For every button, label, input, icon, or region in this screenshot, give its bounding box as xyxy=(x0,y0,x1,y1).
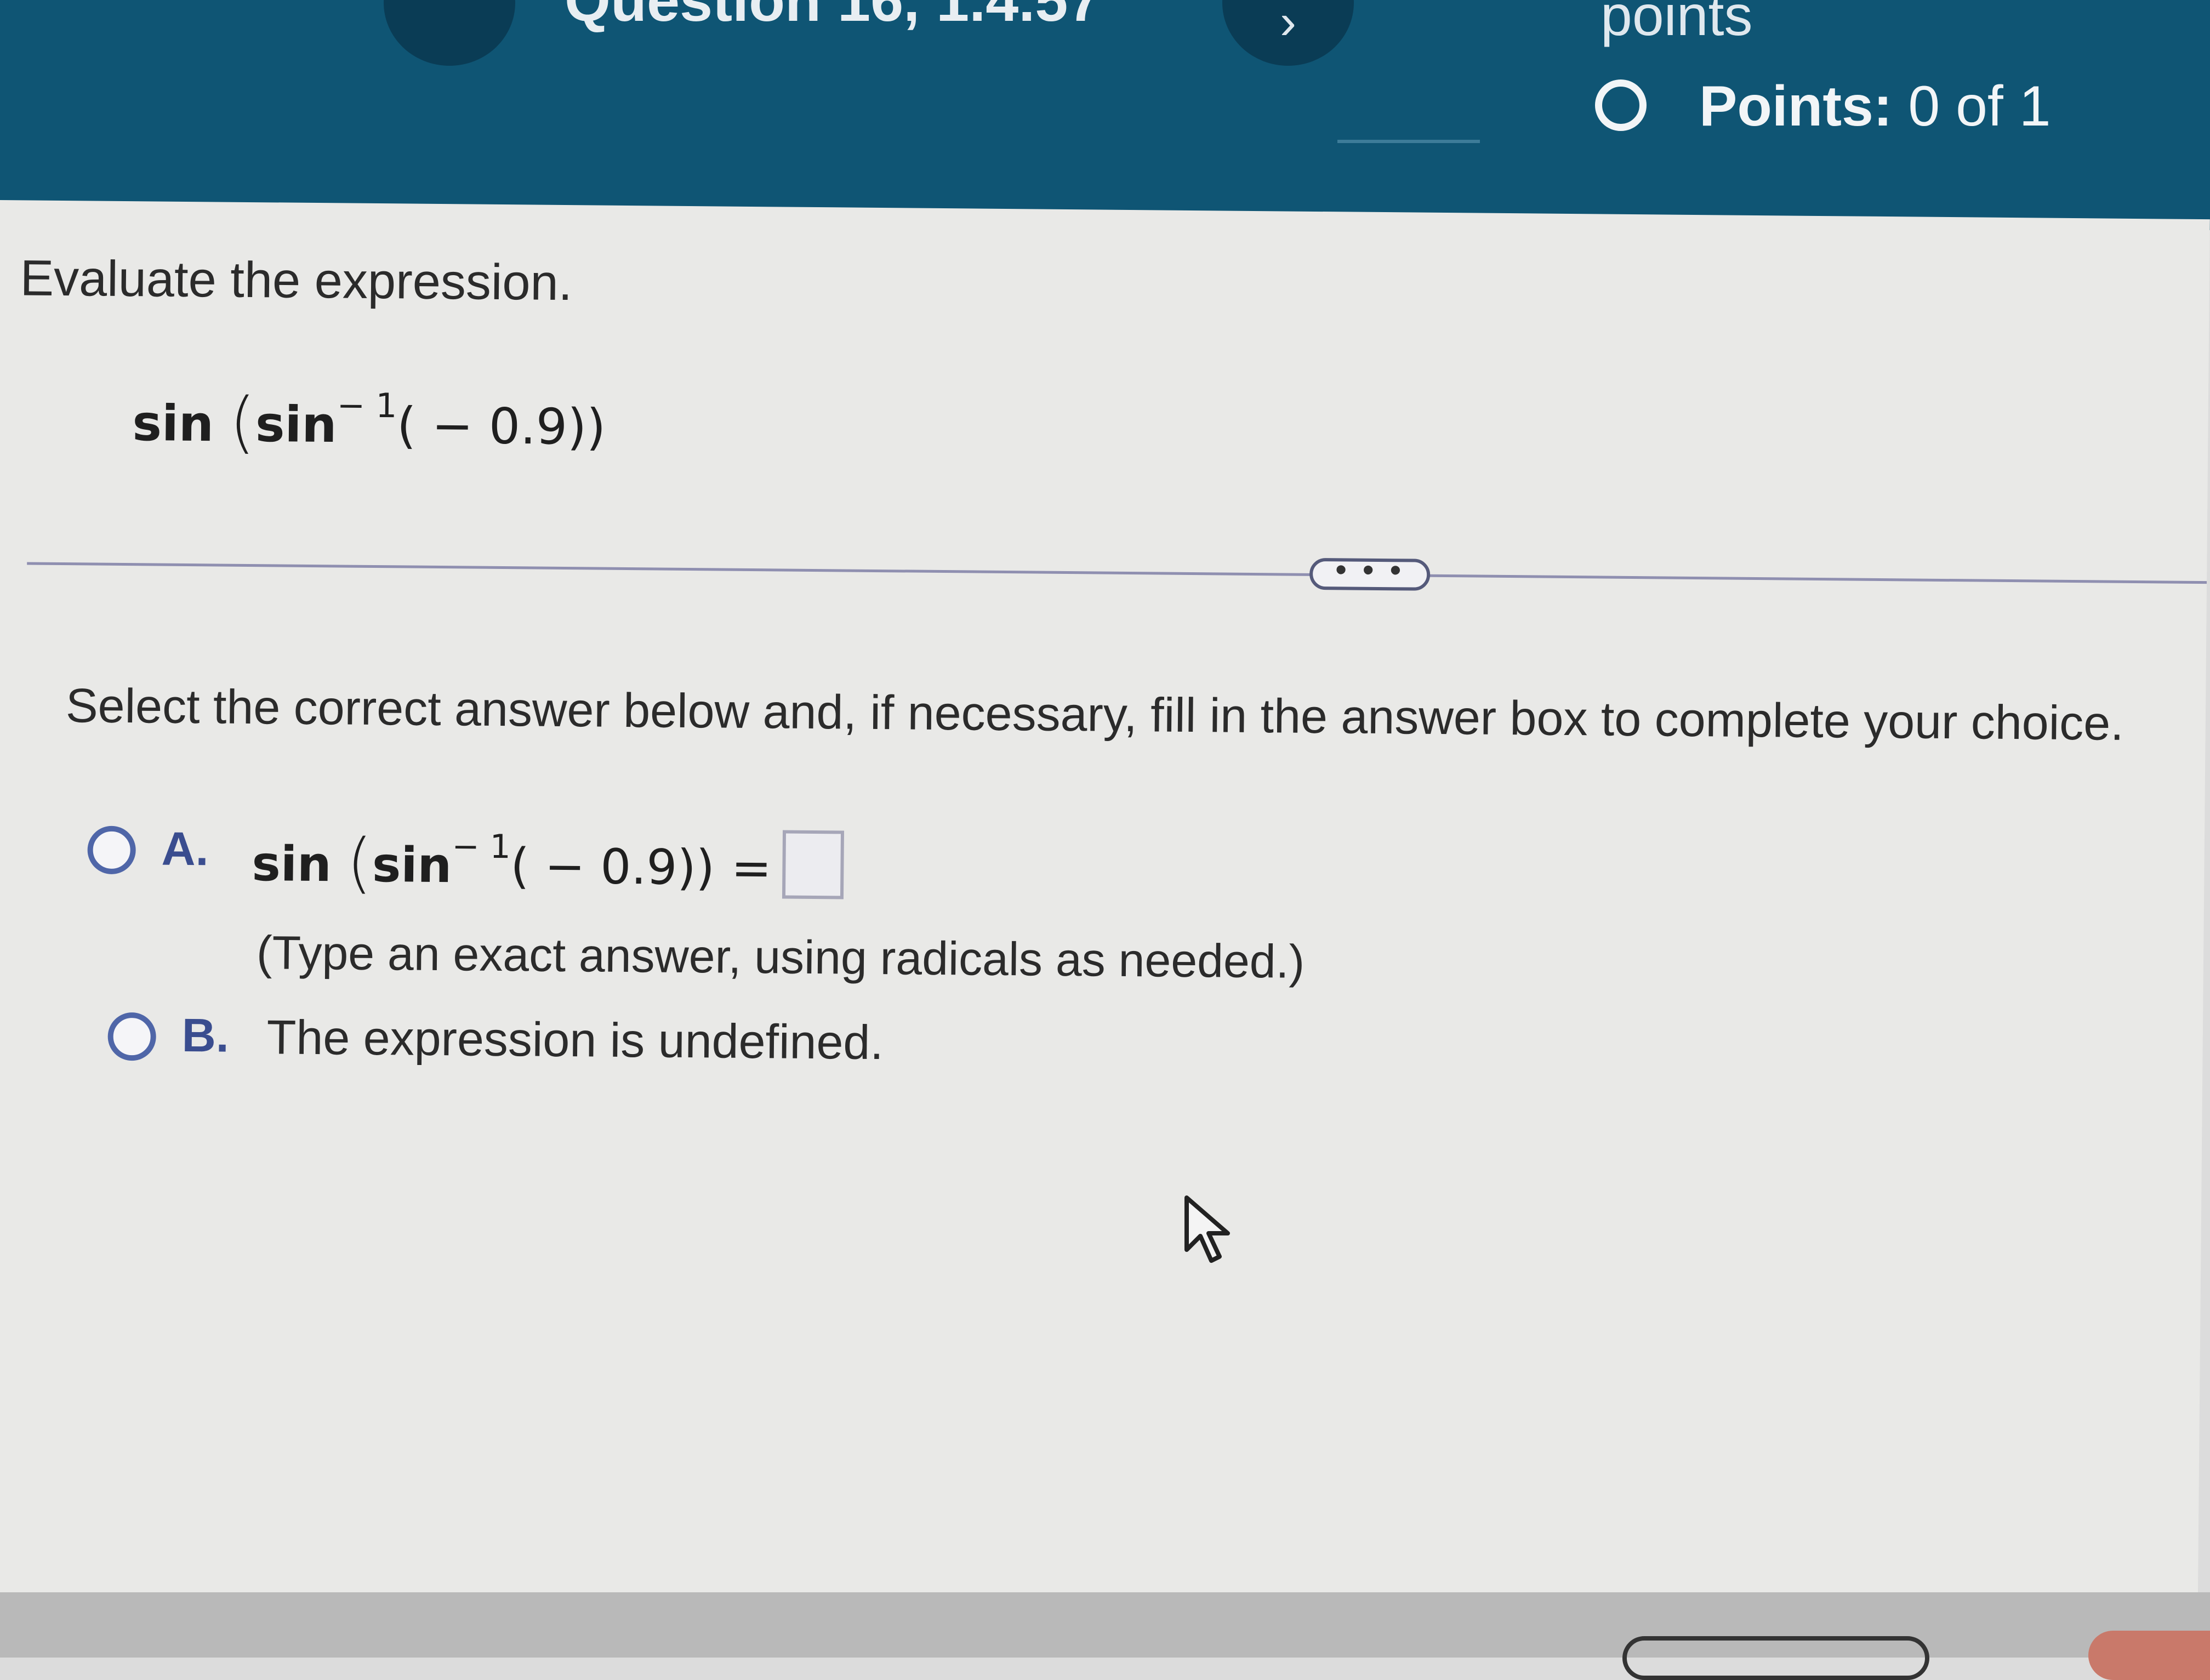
inverse-exponent: − 1 xyxy=(337,386,397,426)
option-b-letter: B. xyxy=(181,1009,230,1062)
previous-question-button[interactable] xyxy=(384,0,515,66)
question-title: Question 16, 1.4.57 xyxy=(565,0,1101,33)
header-divider xyxy=(1337,140,1480,143)
question-prompt: Evaluate the expression. xyxy=(20,250,573,311)
bottom-primary-button[interactable] xyxy=(2088,1631,2210,1680)
option-b-radio[interactable] xyxy=(107,1012,157,1061)
question-panel: Evaluate the expression. sin (sin− 1( − … xyxy=(0,200,2210,1612)
open-paren: ( xyxy=(229,383,256,462)
points-label: Points: xyxy=(1699,75,1893,138)
option-a-hint: (Type an exact answer, using radicals as… xyxy=(256,926,1305,988)
points-text: Points: 0 of 1 xyxy=(1699,74,2051,139)
top-header: Question 16, 1.4.57 › points Points: 0 o… xyxy=(0,0,2210,230)
inner-function: sin xyxy=(372,836,452,894)
chevron-right-icon: › xyxy=(1280,0,1296,49)
bottom-action-button[interactable] xyxy=(1622,1636,1929,1680)
more-options-button[interactable]: • • • xyxy=(1309,551,1431,591)
answer-input-box[interactable] xyxy=(782,830,845,899)
points-heading: points xyxy=(1600,0,1753,48)
mouse-pointer-icon xyxy=(1184,1195,1230,1263)
answer-instruction: Select the correct answer below and, if … xyxy=(65,678,2124,750)
inner-function: sin xyxy=(255,395,337,454)
open-paren: ( xyxy=(346,825,373,901)
inverse-exponent: − 1 xyxy=(452,827,511,867)
next-question-button[interactable]: › xyxy=(1222,0,1354,66)
question-expression: sin (sin− 1( − 0.9)) xyxy=(132,382,606,464)
section-divider xyxy=(27,562,2207,584)
argument: ( − 0.9)) xyxy=(510,838,715,896)
points-value: 0 of 1 xyxy=(1908,75,2051,138)
equals-sign: = xyxy=(731,839,772,897)
points-status-icon xyxy=(1595,79,1647,131)
option-a-expression: sin (sin− 1( − 0.9)) = xyxy=(252,824,845,905)
argument: ( − 0.9)) xyxy=(396,397,606,457)
option-a-letter: A. xyxy=(161,822,209,876)
outer-function: sin xyxy=(252,835,332,893)
option-b-text: The expression is undefined. xyxy=(266,1010,884,1070)
outer-function: sin xyxy=(132,394,214,453)
option-a-radio[interactable] xyxy=(87,825,136,875)
